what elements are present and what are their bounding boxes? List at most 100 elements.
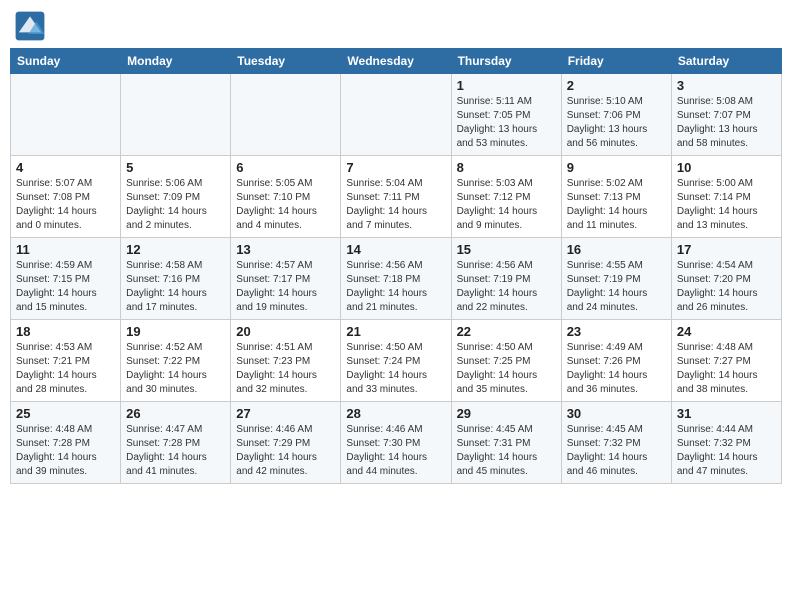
day-number: 19 (126, 324, 225, 339)
calendar-day-cell: 31 Sunrise: 4:44 AMSunset: 7:32 PMDayligh… (671, 402, 781, 484)
calendar-day-cell: 11 Sunrise: 4:59 AMSunset: 7:15 PMDayligh… (11, 238, 121, 320)
day-number: 10 (677, 160, 776, 175)
day-info: Sunrise: 4:55 AMSunset: 7:19 PMDaylight:… (567, 259, 666, 315)
page-header (10, 10, 782, 42)
day-number: 27 (236, 406, 335, 421)
weekday-header-cell: Monday (121, 49, 231, 74)
calendar-day-cell: 8 Sunrise: 5:03 AMSunset: 7:12 PMDaylight… (451, 156, 561, 238)
calendar-day-cell: 16 Sunrise: 4:55 AMSunset: 7:19 PMDayligh… (561, 238, 671, 320)
day-info: Sunrise: 4:53 AMSunset: 7:21 PMDaylight:… (16, 341, 115, 397)
day-info: Sunrise: 4:48 AMSunset: 7:28 PMDaylight:… (16, 423, 115, 479)
weekday-header-cell: Saturday (671, 49, 781, 74)
day-info: Sunrise: 5:02 AMSunset: 7:13 PMDaylight:… (567, 177, 666, 233)
day-number: 26 (126, 406, 225, 421)
calendar-day-cell: 10 Sunrise: 5:00 AMSunset: 7:14 PMDayligh… (671, 156, 781, 238)
day-number: 29 (457, 406, 556, 421)
calendar-day-cell: 29 Sunrise: 4:45 AMSunset: 7:31 PMDayligh… (451, 402, 561, 484)
day-number: 16 (567, 242, 666, 257)
day-info: Sunrise: 4:56 AMSunset: 7:19 PMDaylight:… (457, 259, 556, 315)
day-number: 8 (457, 160, 556, 175)
calendar-week-row: 11 Sunrise: 4:59 AMSunset: 7:15 PMDayligh… (11, 238, 782, 320)
calendar-day-cell: 14 Sunrise: 4:56 AMSunset: 7:18 PMDayligh… (341, 238, 451, 320)
day-info: Sunrise: 4:56 AMSunset: 7:18 PMDaylight:… (346, 259, 445, 315)
day-info: Sunrise: 4:49 AMSunset: 7:26 PMDaylight:… (567, 341, 666, 397)
day-info: Sunrise: 5:00 AMSunset: 7:14 PMDaylight:… (677, 177, 776, 233)
day-info: Sunrise: 5:10 AMSunset: 7:06 PMDaylight:… (567, 95, 666, 151)
day-info: Sunrise: 4:47 AMSunset: 7:28 PMDaylight:… (126, 423, 225, 479)
day-number: 25 (16, 406, 115, 421)
day-number: 31 (677, 406, 776, 421)
calendar-day-cell: 5Sunrise: 5:06 AMSunset: 7:09 PMDaylight… (121, 156, 231, 238)
calendar-day-cell: 13 Sunrise: 4:57 AMSunset: 7:17 PMDayligh… (231, 238, 341, 320)
day-number: 3 (677, 78, 776, 93)
calendar-week-row: 18 Sunrise: 4:53 AMSunset: 7:21 PMDayligh… (11, 320, 782, 402)
day-info: Sunrise: 4:45 AMSunset: 7:32 PMDaylight:… (567, 423, 666, 479)
day-info: Sunrise: 4:44 AMSunset: 7:32 PMDaylight:… (677, 423, 776, 479)
weekday-header-cell: Tuesday (231, 49, 341, 74)
day-number: 11 (16, 242, 115, 257)
day-info: Sunrise: 4:45 AMSunset: 7:31 PMDaylight:… (457, 423, 556, 479)
calendar-day-cell: 7 Sunrise: 5:04 AMSunset: 7:11 PMDaylight… (341, 156, 451, 238)
day-info: Sunrise: 4:51 AMSunset: 7:23 PMDaylight:… (236, 341, 335, 397)
calendar-day-cell: 9 Sunrise: 5:02 AMSunset: 7:13 PMDaylight… (561, 156, 671, 238)
day-number: 24 (677, 324, 776, 339)
day-info: Sunrise: 4:48 AMSunset: 7:27 PMDaylight:… (677, 341, 776, 397)
calendar-day-cell: 1 Sunrise: 5:11 AMSunset: 7:05 PMDaylight… (451, 74, 561, 156)
calendar-day-cell: 24 Sunrise: 4:48 AMSunset: 7:27 PMDayligh… (671, 320, 781, 402)
day-number: 21 (346, 324, 445, 339)
day-info: Sunrise: 5:03 AMSunset: 7:12 PMDaylight:… (457, 177, 556, 233)
day-number: 9 (567, 160, 666, 175)
day-info: Sunrise: 4:59 AMSunset: 7:15 PMDaylight:… (16, 259, 115, 315)
day-number: 1 (457, 78, 556, 93)
calendar-day-cell: 21Sunrise: 4:50 AMSunset: 7:24 PMDayligh… (341, 320, 451, 402)
calendar-table: SundayMondayTuesdayWednesdayThursdayFrid… (10, 48, 782, 484)
calendar-week-row: 25 Sunrise: 4:48 AMSunset: 7:28 PMDayligh… (11, 402, 782, 484)
day-info: Sunrise: 5:08 AMSunset: 7:07 PMDaylight:… (677, 95, 776, 151)
calendar-day-cell: 19Sunrise: 4:52 AMSunset: 7:22 PMDayligh… (121, 320, 231, 402)
day-number: 13 (236, 242, 335, 257)
calendar-day-cell: 27 Sunrise: 4:46 AMSunset: 7:29 PMDayligh… (231, 402, 341, 484)
day-info: Sunrise: 5:04 AMSunset: 7:11 PMDaylight:… (346, 177, 445, 233)
calendar-body: 1 Sunrise: 5:11 AMSunset: 7:05 PMDaylight… (11, 74, 782, 484)
day-info: Sunrise: 4:57 AMSunset: 7:17 PMDaylight:… (236, 259, 335, 315)
day-number: 2 (567, 78, 666, 93)
calendar-day-cell (341, 74, 451, 156)
day-number: 20 (236, 324, 335, 339)
calendar-day-cell: 2 Sunrise: 5:10 AMSunset: 7:06 PMDaylight… (561, 74, 671, 156)
logo (14, 10, 50, 42)
day-number: 18 (16, 324, 115, 339)
calendar-day-cell: 28Sunrise: 4:46 AMSunset: 7:30 PMDayligh… (341, 402, 451, 484)
day-number: 7 (346, 160, 445, 175)
calendar-day-cell: 15 Sunrise: 4:56 AMSunset: 7:19 PMDayligh… (451, 238, 561, 320)
day-info: Sunrise: 4:50 AMSunset: 7:25 PMDaylight:… (457, 341, 556, 397)
day-info: Sunrise: 4:46 AMSunset: 7:29 PMDaylight:… (236, 423, 335, 479)
calendar-day-cell: 3 Sunrise: 5:08 AMSunset: 7:07 PMDaylight… (671, 74, 781, 156)
calendar-day-cell: 22Sunrise: 4:50 AMSunset: 7:25 PMDayligh… (451, 320, 561, 402)
calendar-day-cell: 6Sunrise: 5:05 AMSunset: 7:10 PMDaylight… (231, 156, 341, 238)
day-info: Sunrise: 5:07 AMSunset: 7:08 PMDaylight:… (16, 177, 115, 233)
calendar-day-cell: 4 Sunrise: 5:07 AMSunset: 7:08 PMDaylight… (11, 156, 121, 238)
calendar-day-cell: 18 Sunrise: 4:53 AMSunset: 7:21 PMDayligh… (11, 320, 121, 402)
day-number: 28 (346, 406, 445, 421)
day-info: Sunrise: 5:06 AMSunset: 7:09 PMDaylight:… (126, 177, 225, 233)
day-info: Sunrise: 5:11 AMSunset: 7:05 PMDaylight:… (457, 95, 556, 151)
calendar-day-cell: 17Sunrise: 4:54 AMSunset: 7:20 PMDayligh… (671, 238, 781, 320)
calendar-day-cell: 23Sunrise: 4:49 AMSunset: 7:26 PMDayligh… (561, 320, 671, 402)
calendar-week-row: 4 Sunrise: 5:07 AMSunset: 7:08 PMDaylight… (11, 156, 782, 238)
day-number: 30 (567, 406, 666, 421)
calendar-day-cell: 25 Sunrise: 4:48 AMSunset: 7:28 PMDayligh… (11, 402, 121, 484)
calendar-day-cell (231, 74, 341, 156)
day-number: 15 (457, 242, 556, 257)
day-number: 4 (16, 160, 115, 175)
day-info: Sunrise: 4:54 AMSunset: 7:20 PMDaylight:… (677, 259, 776, 315)
logo-icon (14, 10, 46, 42)
calendar-day-cell: 26 Sunrise: 4:47 AMSunset: 7:28 PMDayligh… (121, 402, 231, 484)
calendar-week-row: 1 Sunrise: 5:11 AMSunset: 7:05 PMDaylight… (11, 74, 782, 156)
calendar-day-cell: 12Sunrise: 4:58 AMSunset: 7:16 PMDayligh… (121, 238, 231, 320)
day-info: Sunrise: 5:05 AMSunset: 7:10 PMDaylight:… (236, 177, 335, 233)
day-number: 14 (346, 242, 445, 257)
weekday-header-cell: Friday (561, 49, 671, 74)
day-number: 12 (126, 242, 225, 257)
calendar-day-cell (11, 74, 121, 156)
weekday-header-cell: Sunday (11, 49, 121, 74)
